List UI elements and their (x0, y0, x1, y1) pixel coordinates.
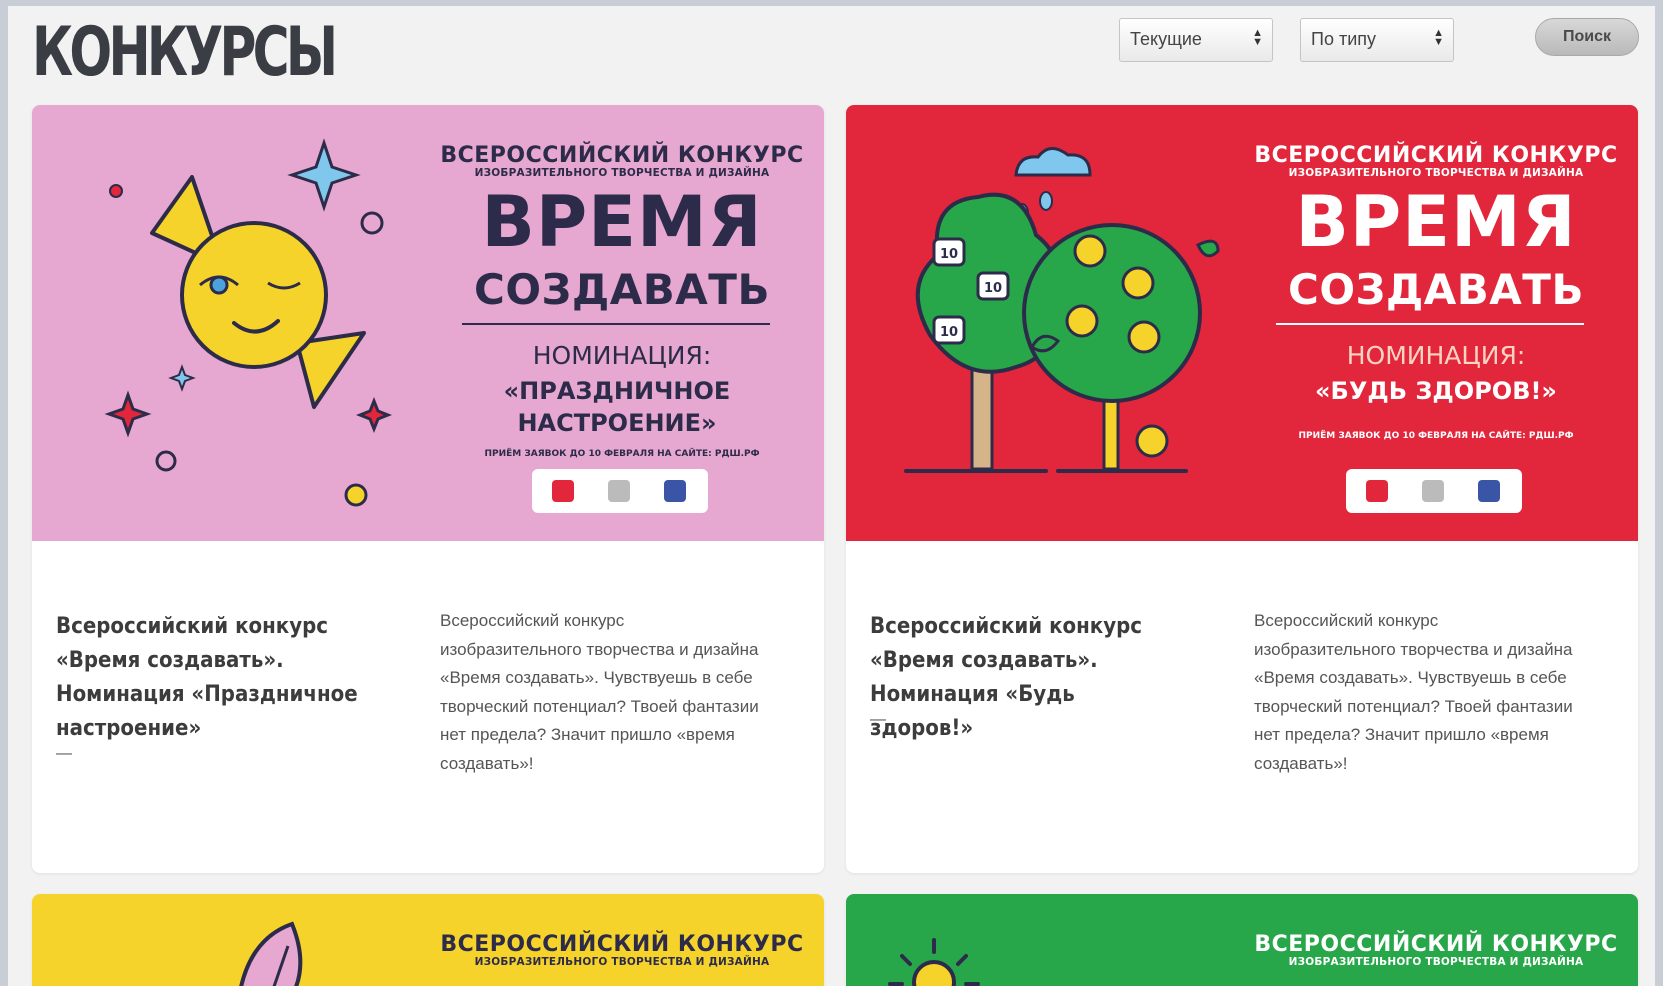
status-filter-select[interactable]: Текущие ▲ ▼ (1119, 18, 1273, 62)
sun-icon (888, 938, 980, 986)
banner-divider (462, 323, 770, 325)
banner-subheading: ИЗОБРАЗИТЕЛЬНОГО ТВОРЧЕСТВА И ДИЗАЙНА (1288, 167, 1584, 179)
banner-title-line1: ВРЕМЯ (481, 181, 763, 263)
design-school-logo-icon (1478, 480, 1500, 502)
weight-label: 10 (984, 281, 1002, 296)
design-school-logo-icon (664, 480, 686, 502)
page-header: КОНКУРСЫ Текущие ▲ ▼ По типу ▲ ▼ Поиск (8, 6, 1655, 106)
partner-logos (532, 469, 708, 513)
banner-subheading: ИЗОБРАЗИТЕЛЬНОГО ТВОРЧЕСТВА И ДИЗАЙНА (474, 167, 770, 179)
page-title: КОНКУРСЫ (32, 13, 338, 92)
card-description: Всероссийский конкурс изобразительного т… (440, 611, 759, 773)
partner-logos (1346, 469, 1522, 513)
contest-card[interactable]: ВСЕРОССИЙСКИЙ КОНКУРС ИЗОБРАЗИТЕЛЬНОГО Т… (32, 105, 824, 873)
trees-icon: 10 10 10 (904, 147, 1220, 473)
banner-nomination-name: «ПРАЗДНИЧНОЕ НАСТРОЕНИЕ» (503, 377, 731, 438)
select-arrows-icon: ▲ ▼ (1433, 27, 1444, 48)
banner-divider (1276, 323, 1584, 325)
banner-nomination-name: «БУДЬ ЗДОРОВ!» (1315, 377, 1557, 405)
banner-title-line1: ВРЕМЯ (1295, 181, 1577, 263)
card-title[interactable]: Всероссийский конкурс «Время создавать».… (870, 610, 1176, 746)
weight-label: 10 (940, 325, 958, 340)
banner-title-line2: СОЗДАВАТЬ (474, 265, 770, 314)
banner-heading: ВСЕРОССИЙСКИЙ КОНКУРС (1254, 143, 1618, 168)
ministry-logo-icon (1422, 480, 1444, 502)
banner-nomination-label: НОМИНАЦИЯ: (532, 341, 712, 370)
select-arrows-icon: ▲ ▼ (1252, 27, 1263, 48)
rdsh-logo-icon (1366, 480, 1388, 502)
contest-card[interactable]: ВСЕРОССИЙСКИЙ КОНКУРС ИЗОБРАЗИТЕЛЬНОГО Т… (846, 894, 1638, 986)
contest-banner[interactable]: 10 10 10 ВСЕРОССИЙСКИЙ КОНКУРС ИЗОБРАЗИТ… (846, 105, 1638, 541)
contest-card[interactable]: ВСЕРОССИЙСКИЙ КОНКУРС ИЗОБРАЗИТЕЛЬНОГО Т… (32, 894, 824, 986)
search-button[interactable]: Поиск (1535, 18, 1639, 56)
type-filter-select[interactable]: По типу ▲ ▼ (1300, 18, 1454, 62)
card-dash: — (56, 745, 72, 762)
ministry-logo-icon (608, 480, 630, 502)
candy-icon (104, 138, 393, 507)
banner-deadline: ПРИЁМ ЗАЯВОК ДО 10 ФЕВРАЛЯ НА САЙТЕ: РДШ… (1298, 431, 1574, 441)
contest-banner[interactable]: ВСЕРОССИЙСКИЙ КОНКУРС ИЗОБРАЗИТЕЛЬНОГО Т… (32, 105, 824, 541)
contest-card[interactable]: 10 10 10 ВСЕРОССИЙСКИЙ КОНКУРС ИЗОБРАЗИТ… (846, 105, 1638, 873)
card-description: Всероссийский конкурс изобразительного т… (1254, 611, 1573, 773)
status-filter-value: Текущие (1130, 29, 1202, 49)
type-filter-value: По типу (1311, 29, 1376, 49)
banner-subheading: ИЗОБРАЗИТЕЛЬНОГО ТВОРЧЕСТВА И ДИЗАЙНА (1288, 956, 1584, 968)
banner-subheading: ИЗОБРАЗИТЕЛЬНОГО ТВОРЧЕСТВА И ДИЗАЙНА (474, 956, 770, 968)
banner-heading: ВСЕРОССИЙСКИЙ КОНКУРС (440, 932, 804, 957)
banner-nomination-label: НОМИНАЦИЯ: (1346, 341, 1526, 370)
banner-heading: ВСЕРОССИЙСКИЙ КОНКУРС (1254, 932, 1618, 957)
card-title[interactable]: Всероссийский конкурс «Время создавать».… (56, 610, 362, 746)
banner-heading: ВСЕРОССИЙСКИЙ КОНКУРС (440, 143, 804, 168)
banner-title-line2: СОЗДАВАТЬ (1288, 265, 1584, 314)
contests-page: КОНКУРСЫ Текущие ▲ ▼ По типу ▲ ▼ Поиск В… (8, 6, 1655, 986)
contest-banner[interactable]: ВСЕРОССИЙСКИЙ КОНКУРС ИЗОБРАЗИТЕЛЬНОГО Т… (32, 894, 824, 986)
leaf-icon (239, 921, 303, 986)
banner-deadline: ПРИЁМ ЗАЯВОК ДО 10 ФЕВРАЛЯ НА САЙТЕ: РДШ… (484, 449, 760, 459)
weight-label: 10 (940, 247, 958, 262)
card-dash: — (870, 711, 886, 728)
contest-banner[interactable]: ВСЕРОССИЙСКИЙ КОНКУРС ИЗОБРАЗИТЕЛЬНОГО Т… (846, 894, 1638, 986)
rdsh-logo-icon (552, 480, 574, 502)
